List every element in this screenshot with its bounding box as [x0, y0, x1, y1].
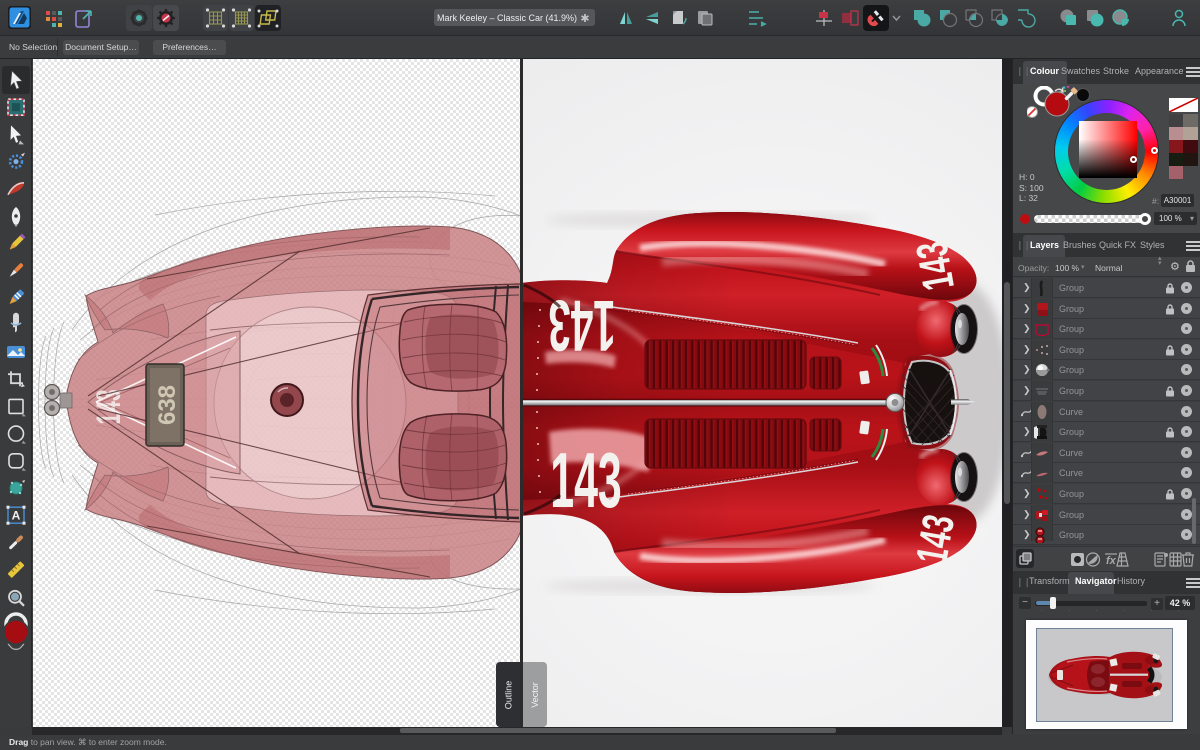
svg-text:143: 143 — [906, 511, 963, 567]
svg-text:Mark Keeley – Classic Car (41.: Mark Keeley – Classic Car (41.9%) — [437, 13, 577, 23]
svg-text:✱: ✱ — [580, 13, 589, 25]
svg-text:143: 143 — [548, 285, 615, 365]
svg-text:638: 638 — [154, 385, 181, 425]
svg-text:143: 143 — [550, 438, 622, 525]
svg-text:A: A — [12, 509, 21, 523]
svg-text:143: 143 — [906, 238, 963, 294]
svg-text:fx: fx — [1106, 555, 1117, 567]
svg-text:143: 143 — [89, 389, 127, 424]
